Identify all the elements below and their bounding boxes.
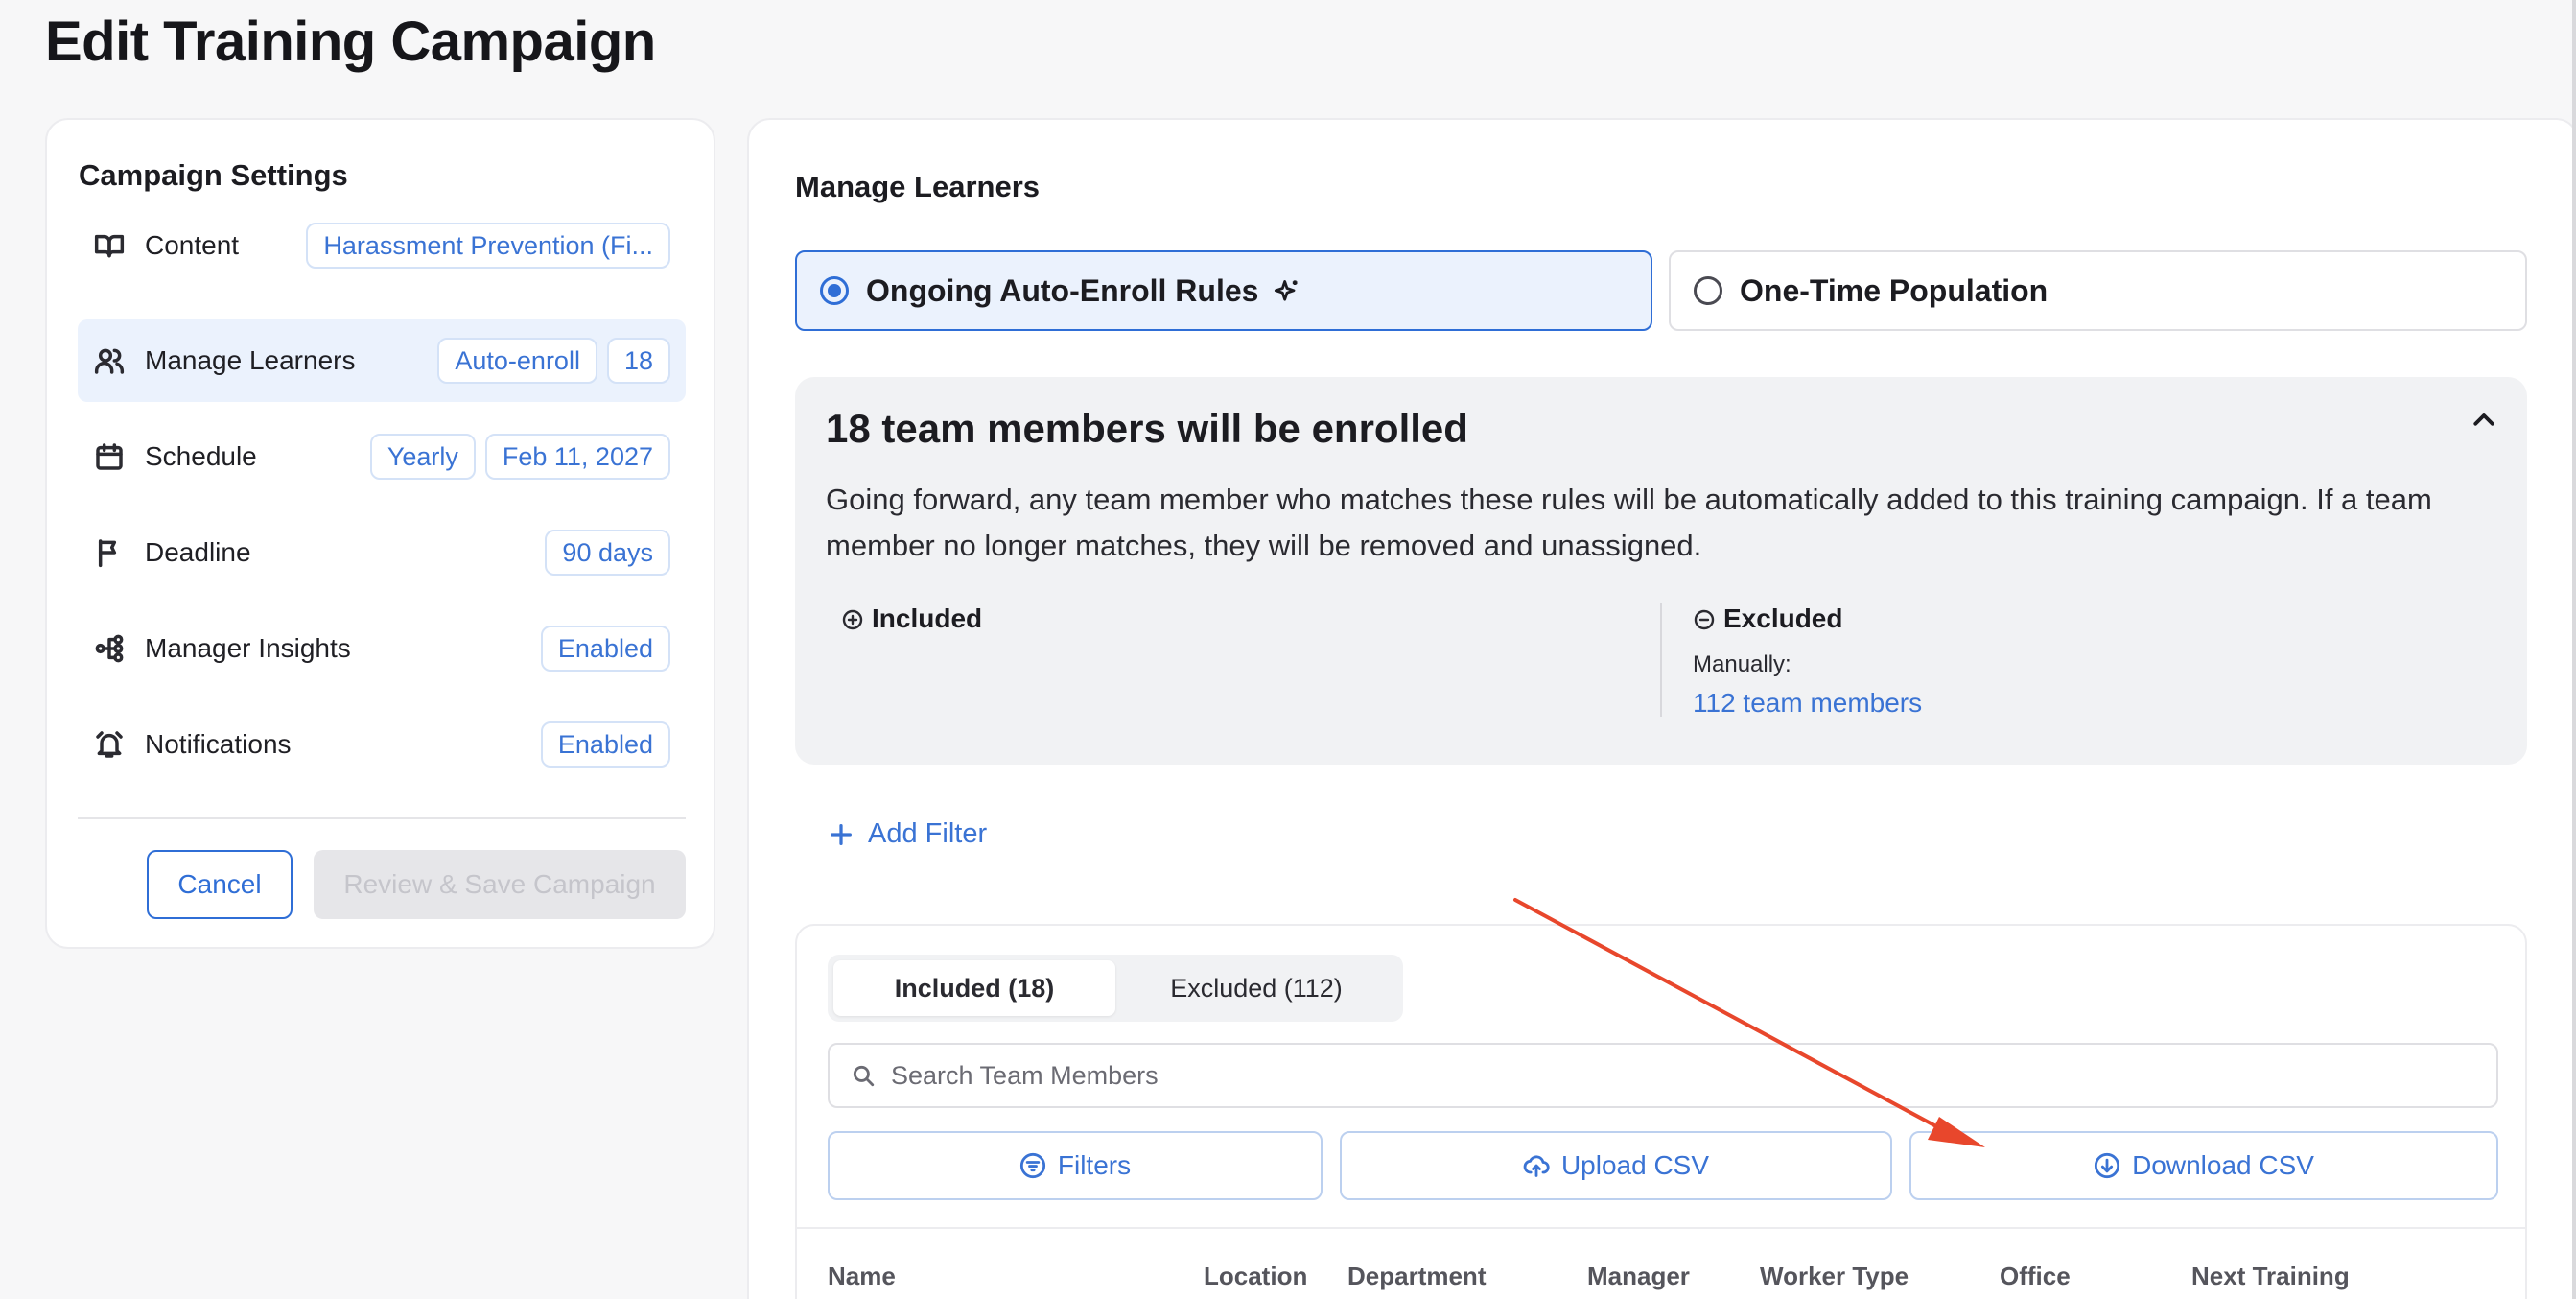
filters-label: Filters <box>1057 1150 1132 1180</box>
radio-unselected-icon[interactable] <box>1694 276 1722 305</box>
add-filter-label: Add Filter <box>868 818 988 849</box>
notifications-status-chip: Enabled <box>540 721 670 768</box>
settings-divider <box>78 817 686 819</box>
flag-icon <box>93 536 126 569</box>
filters-button[interactable]: Filters <box>828 1131 1323 1200</box>
content-chip: Harassment Prevention (Fi... <box>306 223 670 269</box>
learner-count-chip: 18 <box>606 338 670 384</box>
alarm-bell-icon <box>93 728 126 761</box>
review-save-campaign-button[interactable]: Review & Save Campaign <box>314 850 686 919</box>
excluded-members-link[interactable]: 112 team members <box>1693 688 1922 719</box>
minus-circle-icon <box>1693 607 1716 630</box>
cancel-button[interactable]: Cancel <box>147 850 293 919</box>
column-header-next-training[interactable]: Next Training <box>2191 1262 2350 1291</box>
users-icon <box>93 344 126 377</box>
plus-circle-icon <box>841 607 864 630</box>
sparkle-icon <box>1274 277 1300 304</box>
setting-label: Content <box>145 230 240 260</box>
campaign-settings-title: Campaign Settings <box>79 158 348 192</box>
setting-row-deadline[interactable]: Deadline 90 days <box>78 511 686 594</box>
radio-selected-icon[interactable] <box>820 276 849 305</box>
setting-row-content[interactable]: Content Harassment Prevention (Fi... <box>78 204 686 287</box>
hierarchy-icon <box>93 632 126 665</box>
ongoing-auto-enroll-option[interactable]: Ongoing Auto-Enroll Rules <box>795 250 1652 331</box>
column-header-name[interactable]: Name <box>828 1262 896 1291</box>
book-icon <box>93 229 126 262</box>
column-header-worker-type[interactable]: Worker Type <box>1760 1262 1909 1291</box>
enrollment-summary: 18 team members will be enrolled Going f… <box>795 377 2527 765</box>
included-label: Included <box>872 603 983 633</box>
search-input[interactable] <box>891 1060 2425 1091</box>
download-circle-icon <box>2094 1152 2120 1179</box>
included-excluded-tabs: Included (18) Excluded (112) <box>828 955 1403 1022</box>
excluded-section: Excluded Manually: 112 team members <box>1660 603 1922 719</box>
tab-excluded[interactable]: Excluded (112) <box>1115 960 1397 1016</box>
window-edge <box>2572 0 2576 1299</box>
auto-enroll-chip: Auto-enroll <box>437 338 597 384</box>
column-header-office[interactable]: Office <box>2000 1262 2071 1291</box>
setting-label: Schedule <box>145 441 257 471</box>
insights-status-chip: Enabled <box>540 626 670 672</box>
table-divider <box>797 1227 2525 1229</box>
excluded-manually-label: Manually: <box>1693 651 1791 677</box>
setting-label: Manage Learners <box>145 345 356 375</box>
cloud-upload-icon <box>1523 1155 1550 1177</box>
calendar-icon <box>93 440 126 473</box>
enrollment-summary-text: Going forward, any team member who match… <box>826 483 2432 562</box>
column-header-location[interactable]: Location <box>1204 1262 1307 1291</box>
deadline-chip: 90 days <box>545 530 670 576</box>
team-members-panel: Included (18) Excluded (112) Filters Upl… <box>795 924 2527 1299</box>
download-csv-label: Download CSV <box>2132 1150 2314 1180</box>
column-header-manager[interactable]: Manager <box>1587 1262 1690 1291</box>
setting-label: Manager Insights <box>145 633 351 663</box>
one-time-population-label: One-Time Population <box>1740 272 2049 308</box>
upload-csv-label: Upload CSV <box>1560 1150 1710 1180</box>
setting-row-schedule[interactable]: Schedule Yearly Feb 11, 2027 <box>78 415 686 498</box>
setting-row-manager-insights[interactable]: Manager Insights Enabled <box>78 607 686 690</box>
filter-icon <box>1019 1152 1045 1179</box>
tab-included[interactable]: Included (18) <box>833 960 1115 1016</box>
date-chip: Feb 11, 2027 <box>484 434 670 480</box>
column-header-department[interactable]: Department <box>1347 1262 1486 1291</box>
ongoing-auto-enroll-label: Ongoing Auto-Enroll Rules <box>866 272 1259 308</box>
included-section-header: Included <box>841 603 982 634</box>
campaign-settings-card: Campaign Settings Content Harassment Pre… <box>45 118 715 949</box>
manage-learners-title: Manage Learners <box>795 170 1040 203</box>
setting-label: Notifications <box>145 729 292 759</box>
chevron-up-icon[interactable] <box>2470 406 2498 435</box>
upload-csv-button[interactable]: Upload CSV <box>1340 1131 1892 1200</box>
one-time-population-option[interactable]: One-Time Population <box>1669 250 2527 331</box>
excluded-label: Excluded <box>1723 603 1843 633</box>
manage-learners-card: Manage Learners Ongoing Auto-Enroll Rule… <box>747 118 2576 1299</box>
download-csv-button[interactable]: Download CSV <box>1909 1131 2498 1200</box>
setting-label: Deadline <box>145 537 251 567</box>
enrollment-summary-heading: 18 team members will be enrolled <box>826 406 1468 451</box>
setting-row-notifications[interactable]: Notifications Enabled <box>78 703 686 786</box>
frequency-chip: Yearly <box>369 434 476 480</box>
plus-icon <box>831 823 852 845</box>
search-team-members[interactable] <box>828 1043 2498 1108</box>
excluded-section-header: Excluded <box>1693 603 1922 634</box>
setting-row-manage-learners[interactable]: Manage Learners Auto-enroll 18 <box>78 319 686 402</box>
add-filter-button[interactable]: Add Filter <box>828 818 987 850</box>
page-title: Edit Training Campaign <box>45 11 656 73</box>
search-icon <box>853 1065 875 1087</box>
